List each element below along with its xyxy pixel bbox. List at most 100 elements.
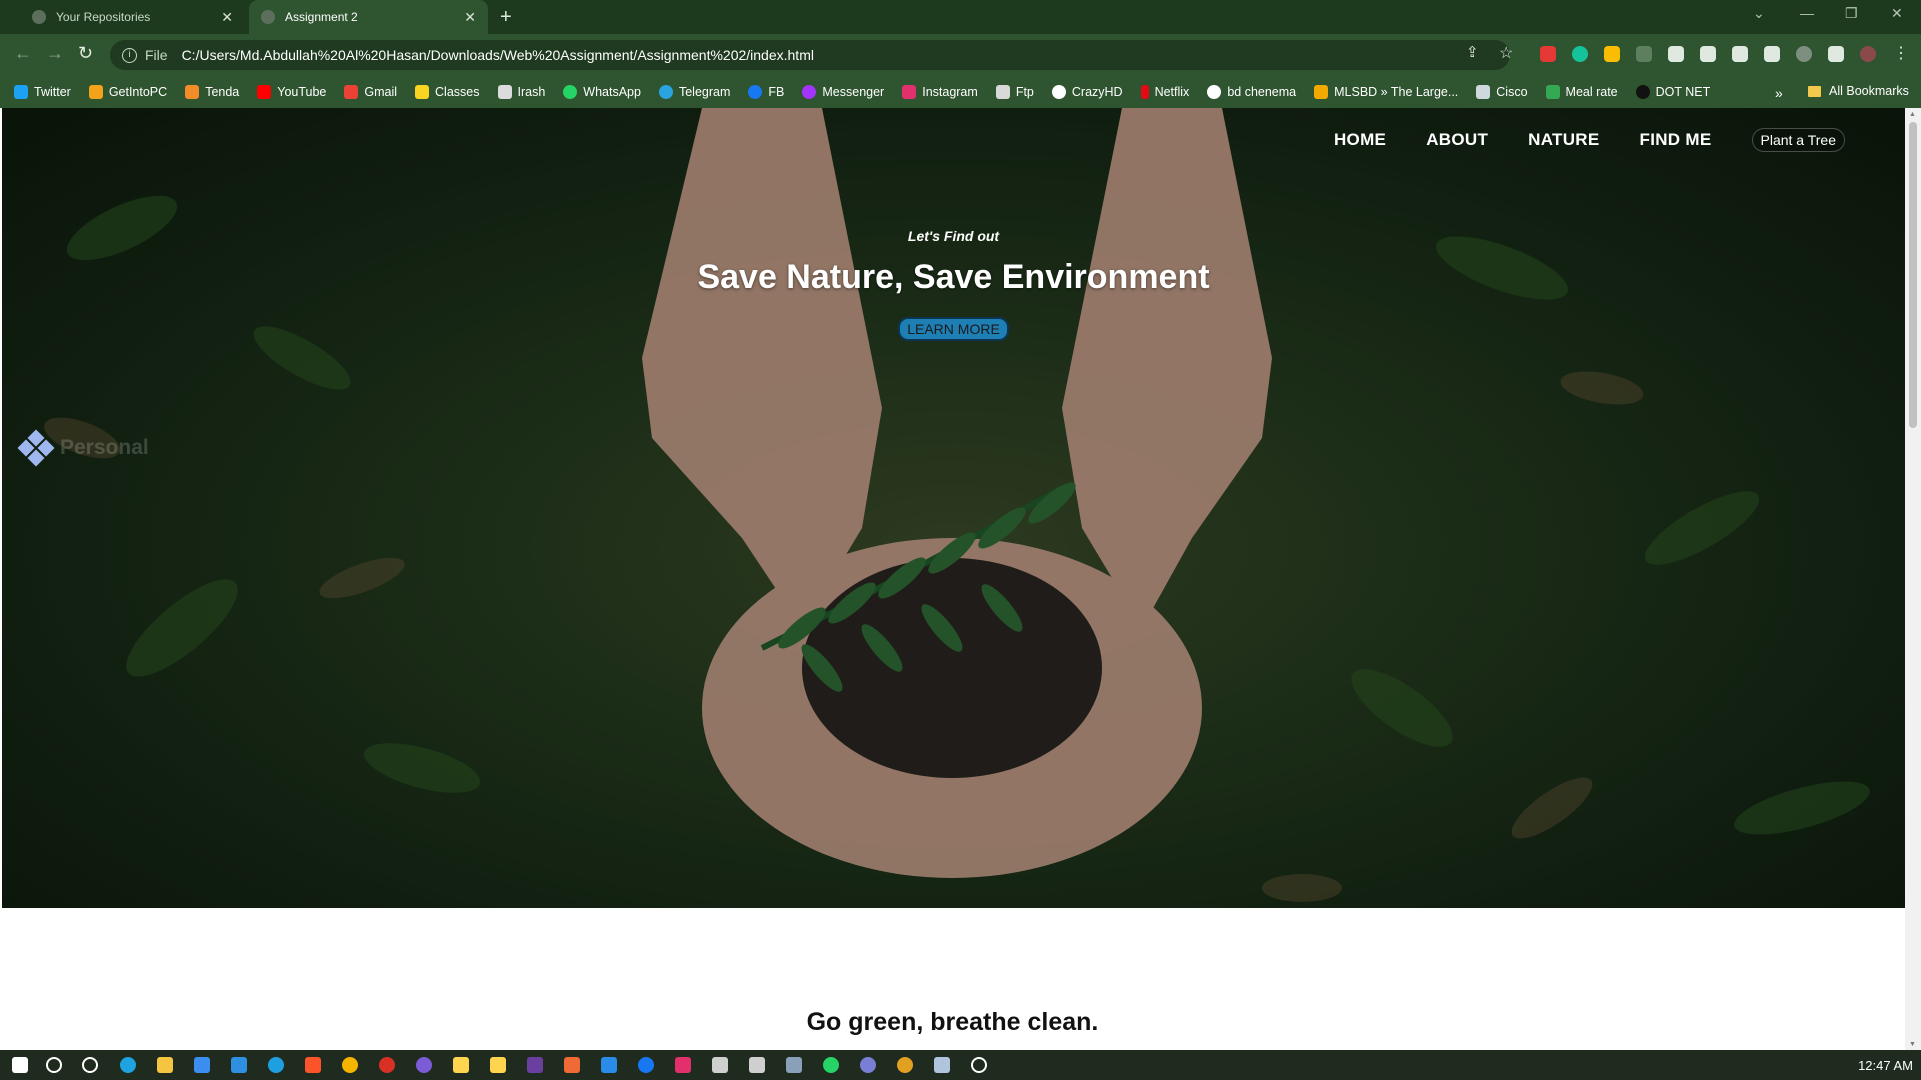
avatar[interactable] [1860, 46, 1876, 62]
scrollbar-thumb[interactable] [1909, 122, 1917, 428]
bookmark-telegram[interactable]: Telegram [658, 85, 730, 99]
app-icon[interactable] [712, 1057, 728, 1073]
nav-nature[interactable]: NATURE [1528, 130, 1599, 150]
back-button[interactable]: ← [14, 43, 32, 64]
app-icon[interactable] [379, 1057, 395, 1073]
bookmark-instagram[interactable]: Instagram [902, 85, 978, 99]
bookmark-irash[interactable]: Irash [497, 85, 545, 99]
whatsapp-icon[interactable] [823, 1057, 839, 1073]
scroll-down-icon[interactable]: ▼ [1909, 1041, 1916, 1048]
bookmark-gmail[interactable]: Gmail [344, 85, 397, 99]
reload-button[interactable]: ↻ [78, 43, 93, 64]
app-icon[interactable] [860, 1057, 876, 1073]
extension-icon[interactable] [1540, 46, 1556, 62]
chrome-icon[interactable] [897, 1057, 913, 1073]
app-icon[interactable] [527, 1057, 543, 1073]
hero-content: Let's Find out Save Nature, Save Environ… [2, 228, 1905, 341]
learn-more-button[interactable]: LEARN MORE [898, 317, 1009, 341]
clock[interactable]: 12:47 AM [1858, 1058, 1913, 1073]
info-icon[interactable]: i [122, 47, 137, 63]
bookmark-ftp[interactable]: Ftp [995, 85, 1034, 99]
nav-home[interactable]: HOME [1334, 130, 1386, 150]
bookmark-whatsapp[interactable]: WhatsApp [563, 85, 641, 99]
plant-a-tree-button[interactable]: Plant a Tree [1751, 128, 1845, 152]
file-explorer-icon[interactable] [157, 1057, 173, 1073]
edge-icon[interactable] [120, 1057, 136, 1073]
mail-icon[interactable] [231, 1057, 247, 1073]
store-icon[interactable] [194, 1057, 210, 1073]
bookmark-classes[interactable]: Classes [415, 85, 480, 99]
flask-icon[interactable] [1700, 46, 1716, 62]
side-panel-icon[interactable] [1828, 46, 1844, 62]
vscode-icon[interactable] [601, 1057, 617, 1073]
nav-find-me[interactable]: FIND ME [1640, 130, 1712, 150]
close-icon[interactable]: ✕ [221, 9, 233, 26]
bookmark-messenger[interactable]: Messenger [802, 85, 884, 99]
bookmark-getintopc[interactable]: GetIntoPC [88, 85, 167, 99]
new-tab-button[interactable]: + [500, 6, 512, 29]
tab-search-icon[interactable]: ⌄ [1753, 5, 1765, 22]
netflix-icon [1140, 85, 1149, 99]
url-text[interactable]: C:/Users/Md.Abdullah%20Al%20Hasan/Downlo… [182, 47, 814, 63]
app-icon[interactable] [490, 1057, 506, 1073]
restore-button[interactable]: ❐ [1845, 5, 1858, 22]
extension-icon[interactable] [1636, 46, 1652, 62]
page-viewport[interactable]: HOME ABOUT NATURE FIND ME Plant a Tree P… [0, 108, 1905, 1050]
bookmark-crazyhd[interactable]: CrazyHD [1051, 85, 1123, 99]
bookmark-fb[interactable]: FB [748, 85, 784, 99]
brand-logo[interactable]: Personal [17, 429, 149, 467]
app-icon[interactable] [564, 1057, 580, 1073]
github-icon [32, 10, 46, 24]
bookmark-youtube[interactable]: YouTube [257, 85, 326, 99]
bookmark-dot-net[interactable]: DOT NET [1635, 85, 1710, 99]
scrollbar[interactable]: ▲ ▼ [1905, 108, 1921, 1050]
menu-icon[interactable]: ⋮ [1893, 43, 1909, 63]
bookmark-cisco[interactable]: Cisco [1476, 85, 1528, 99]
minimize-button[interactable]: — [1800, 5, 1814, 21]
telegram-icon [658, 85, 673, 99]
chrome-icon[interactable] [342, 1057, 358, 1073]
google-icon[interactable] [1796, 46, 1812, 62]
tab-your-repositories[interactable]: Your Repositories ✕ [20, 0, 245, 34]
notepad-icon[interactable] [934, 1057, 950, 1073]
extension-icon[interactable] [1604, 46, 1620, 62]
bookmark-tenda[interactable]: Tenda [185, 85, 239, 99]
close-window-button[interactable]: ✕ [1891, 5, 1903, 22]
camera-icon[interactable] [786, 1057, 802, 1073]
tenda-icon [185, 85, 200, 99]
dotnet-icon [1635, 85, 1650, 99]
star-icon[interactable]: ☆ [1499, 43, 1513, 63]
close-icon[interactable]: ✕ [464, 9, 476, 26]
all-bookmarks-button[interactable]: All Bookmarks [1808, 84, 1909, 98]
bookmark-bd-chenema[interactable]: bd chenema [1207, 85, 1296, 99]
puzzle-icon[interactable] [1668, 46, 1684, 62]
nav-about[interactable]: ABOUT [1426, 130, 1488, 150]
bookmark-netflix[interactable]: Netflix [1140, 85, 1189, 99]
tab-assignment-2[interactable]: Assignment 2 ✕ [249, 0, 488, 34]
instagram-icon[interactable] [675, 1057, 691, 1073]
calculator-icon[interactable] [749, 1057, 765, 1073]
grammarly-icon[interactable] [1572, 46, 1588, 62]
tab-strip: Your Repositories ✕ Assignment 2 ✕ + ⌄ —… [0, 0, 1921, 34]
app-icon[interactable] [453, 1057, 469, 1073]
share-icon[interactable]: ⇪ [1466, 43, 1479, 61]
bookmark-mlsbd[interactable]: MLSBD » The Large... [1314, 85, 1458, 99]
search-icon[interactable] [46, 1057, 62, 1073]
bookmark-twitter[interactable]: Twitter [14, 85, 71, 99]
reading-list-icon[interactable] [1732, 46, 1748, 62]
settings-icon[interactable] [971, 1057, 987, 1073]
download-icon[interactable] [1764, 46, 1780, 62]
facebook-icon[interactable] [638, 1057, 654, 1073]
cortana-icon[interactable] [82, 1057, 98, 1073]
windows-start-icon[interactable] [12, 1057, 28, 1073]
whatsapp-icon [563, 85, 578, 99]
scroll-up-icon[interactable]: ▲ [1909, 111, 1916, 118]
brave-icon[interactable] [305, 1057, 321, 1073]
github-desktop-icon[interactable] [416, 1057, 432, 1073]
more-bookmarks-button[interactable]: » [1775, 85, 1783, 101]
app-icon[interactable] [268, 1057, 284, 1073]
forward-button[interactable]: → [46, 43, 64, 64]
bookmark-meal-rate[interactable]: Meal rate [1545, 85, 1618, 99]
address-bar[interactable]: i File C:/Users/Md.Abdullah%20Al%20Hasan… [110, 40, 1510, 70]
diamond-logo-icon [17, 429, 55, 467]
